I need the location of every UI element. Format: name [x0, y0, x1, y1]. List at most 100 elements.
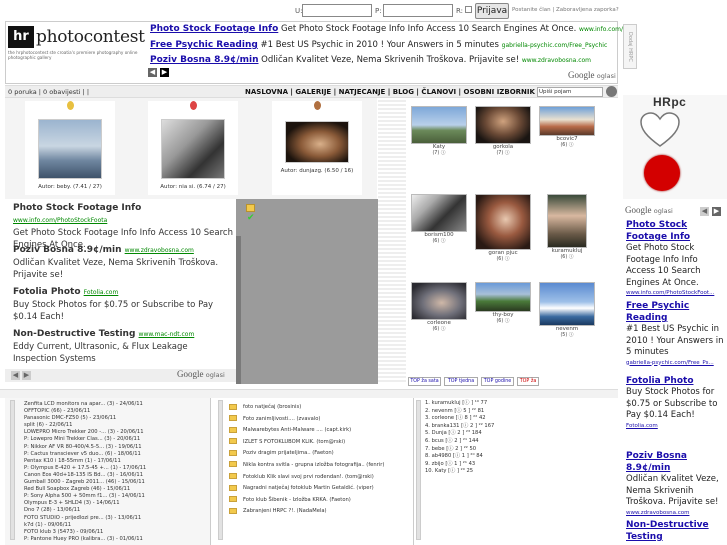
google-ads-label[interactable]: Google oglasi	[625, 205, 673, 215]
gallery-author[interactable]: thy-boy	[474, 312, 532, 319]
nav-menu[interactable]: NASLOVNA | GALERIJE | NATJECANJE | BLOG …	[245, 87, 562, 97]
chevron-right-icon[interactable]: ▶	[22, 371, 31, 380]
search-icon[interactable]	[606, 86, 617, 97]
right-ad-5[interactable]: Non-Destructive Testing	[626, 519, 726, 543]
featured-photo[interactable]	[161, 119, 225, 179]
google-ads-label[interactable]: Google oglasi	[568, 70, 616, 80]
chevron-left-icon[interactable]: ◀	[148, 68, 157, 77]
tab-top-week[interactable]: TOP tjedna	[444, 377, 478, 386]
gallery-photo[interactable]	[411, 194, 467, 232]
list-item[interactable]: split (6) - 22/06/11	[24, 422, 146, 429]
heart-icon[interactable]	[640, 112, 680, 148]
list-item[interactable]: IZLET S FOTOKLUBOM KLIK. (tom@rski)	[229, 437, 384, 449]
scrollbar[interactable]	[416, 400, 421, 540]
list-item[interactable]: Nagradni natječaj fotoklub Martin Getald…	[229, 483, 384, 495]
right-ad-1[interactable]: Photo Stock Footage Info Get Photo Stock…	[626, 219, 726, 297]
gallery-item[interactable]: thy-boy (6) ⓘ	[474, 282, 532, 325]
gallery-photo[interactable]	[547, 194, 587, 248]
gallery-photo[interactable]	[475, 194, 531, 250]
gallery-photo[interactable]	[411, 106, 467, 144]
header-ad-3[interactable]: Poziv Bosna 8.9¢/min Odličan Kvalitet Ve…	[150, 55, 591, 66]
list-item[interactable]: P: Lowepro Mini Trekker Clas... (3) - 20…	[24, 436, 146, 443]
featured-item[interactable]: Autor: dunjazg. (6.50 / 16)	[272, 101, 362, 195]
list-item[interactable]: Gumball 3000 - Zagreb 2011... (46) - 15/…	[24, 479, 146, 486]
ranking-row[interactable]: 6. bcus [ⓘ 2 ] ²¹ 144	[425, 438, 494, 446]
scrollbar[interactable]	[10, 400, 15, 540]
gallery-author[interactable]: goran pjuc	[474, 250, 532, 257]
password-input[interactable]	[383, 4, 453, 17]
ad-title[interactable]: Photo Stock Footage Info	[13, 203, 141, 213]
ranking-row[interactable]: 10. Katy [ⓘ ] ²⁰ 25	[425, 468, 494, 476]
notifications-status[interactable]: 0 poruka | 0 obavijesti | |	[8, 88, 89, 96]
list-item[interactable]: OFFTOPIC (66) - 23/06/11	[24, 408, 146, 415]
gallery-photo[interactable]	[539, 106, 595, 136]
checkmark-icon[interactable]: ✔	[247, 214, 255, 223]
gallery-author[interactable]: kuramukluj	[538, 248, 596, 255]
ad-title[interactable]: Photo Stock Footage Info	[626, 219, 726, 243]
chevron-right-icon[interactable]: ▶	[160, 68, 169, 77]
scrollbar[interactable]	[218, 400, 223, 540]
gallery-item[interactable]: gorkola (7) ⓘ	[474, 106, 532, 157]
featured-photo[interactable]	[285, 121, 349, 163]
header-ad-1[interactable]: Photo Stock Footage Info Get Photo Stock…	[150, 24, 634, 35]
side-tab[interactable]: Dodaj HRPC	[623, 24, 637, 69]
gallery-author[interactable]: bcovic7	[538, 136, 596, 143]
chevron-right-icon[interactable]: ▶	[712, 207, 721, 216]
right-ad-2[interactable]: Free Psychic Reading #1 Best US Psychic …	[626, 300, 726, 367]
list-item[interactable]: Canon Eos 40d+18-135 IS Bd... (3) - 16/0…	[24, 472, 146, 479]
remember-checkbox[interactable]	[465, 6, 472, 13]
list-item[interactable]: Foto zanimljivosti.... (zvavalo)	[229, 414, 384, 426]
list-item[interactable]: FOTO klub 3 (5473) - 09/06/11	[24, 529, 146, 536]
list-item[interactable]: Foto klub Šibenik - Izložba KRKA. (Faeto…	[229, 495, 384, 507]
list-item[interactable]: Zenfita LCD monitors na apar... (3) - 24…	[24, 401, 146, 408]
ad-title[interactable]: Poziv Bosna 8.9¢/min	[13, 245, 121, 255]
gallery-photo[interactable]	[475, 282, 531, 312]
ad-url[interactable]: Fotolia.com	[84, 289, 119, 296]
list-item[interactable]: P: Olympus E-420 + 17.5-45 +... (1) - 17…	[24, 465, 146, 472]
gallery-photo[interactable]	[475, 106, 531, 144]
list-item[interactable]: P: Sony Alpha 500 + 50mm f1... (3) - 14/…	[24, 493, 146, 500]
ad-title[interactable]: Non-Destructive Testing	[626, 519, 726, 543]
ad-title[interactable]: Fotolia Photo	[13, 287, 81, 297]
chevron-left-icon[interactable]: ◀	[11, 371, 20, 380]
register-links[interactable]: Postanite član | Zaboravljena zaporka?	[512, 7, 619, 13]
list-item[interactable]: Malwarebytes Anti-Malware .... (capt.kir…	[229, 425, 384, 437]
featured-photo[interactable]	[38, 119, 102, 179]
gallery-item[interactable]: corleone (6) ⓘ	[410, 282, 468, 333]
gallery-item[interactable]: borism100 (6) ⓘ	[410, 194, 468, 245]
list-item[interactable]: Zabranjeni HRPC ?!. (NadaMela)	[229, 506, 384, 518]
gallery-author[interactable]: nevenm	[538, 326, 596, 333]
login-button[interactable]: Prijava	[475, 3, 509, 19]
list-item[interactable]: Nikla kontra svitla - grupna izložba fot…	[229, 460, 384, 472]
ad-url[interactable]: gabriella-psychic.com/Free_Ps...	[626, 359, 726, 367]
featured-item[interactable]: Autor: nia si. (6.74 / 27)	[148, 101, 238, 195]
ad-url[interactable]: www.mac-ndt.com	[139, 331, 195, 338]
ad-url[interactable]: www.zdravobosna.com	[626, 509, 726, 517]
ad-title[interactable]: Non-Destructive Testing	[13, 329, 135, 339]
header-ad-url[interactable]: gabriella-psychic.com/Free_Psychic	[502, 42, 608, 49]
header-ad-title[interactable]: Poziv Bosna 8.9¢/min	[150, 55, 258, 65]
folder-icon[interactable]	[246, 204, 255, 212]
list-item[interactable]: k7d (1) - 09/06/11	[24, 522, 146, 529]
ranking-row[interactable]: 8. ab4980 [ⓘ 1 ] ²⁰ 84	[425, 453, 494, 461]
site-logo[interactable]: hr photocontest the hrphotocontest ste c…	[8, 26, 146, 70]
left-ad-3[interactable]: Fotolia Photo Fotolia.com Buy Stock Phot…	[13, 286, 233, 323]
gallery-author[interactable]: gorkola	[474, 144, 532, 151]
google-ads-label[interactable]: Google oglasi	[177, 369, 225, 379]
chevron-left-icon[interactable]: ◀	[700, 207, 709, 216]
header-ad-title[interactable]: Free Psychic Reading	[150, 40, 258, 50]
header-ad-2[interactable]: Free Psychic Reading #1 Best US Psychic …	[150, 40, 607, 51]
list-item[interactable]: P: Nikkor AF VR 80-400/4.5-5... (3) - 19…	[24, 444, 146, 451]
list-item[interactable]: P: Cactus transciever v5 duo... (6) - 18…	[24, 451, 146, 458]
list-item[interactable]: Panasonic DMC-FZ50 (5) - 23/06/11	[24, 415, 146, 422]
ranking-row[interactable]: 5. Dunja [ⓘ 2 ] ²³ 184	[425, 430, 494, 438]
left-ad-2[interactable]: Poziv Bosna 8.9¢/min www.zdravobosna.com…	[13, 244, 233, 281]
left-ad-4[interactable]: Non-Destructive Testing www.mac-ndt.com …	[13, 328, 233, 365]
featured-item[interactable]: Autor: beby. (7.41 / 27)	[25, 101, 115, 195]
list-item[interactable]: Olympus E-3 + SHLD4 (3) - 14/06/11	[24, 500, 146, 507]
gallery-photo[interactable]	[539, 282, 595, 326]
ad-url[interactable]: www.zdravobosna.com	[125, 247, 194, 254]
username-input[interactable]	[302, 4, 372, 17]
header-ad-title[interactable]: Photo Stock Footage Info	[150, 24, 278, 34]
ranking-row[interactable]: 1. kuramukluj [ⓘ ] ¹⁰ 77	[425, 400, 494, 408]
